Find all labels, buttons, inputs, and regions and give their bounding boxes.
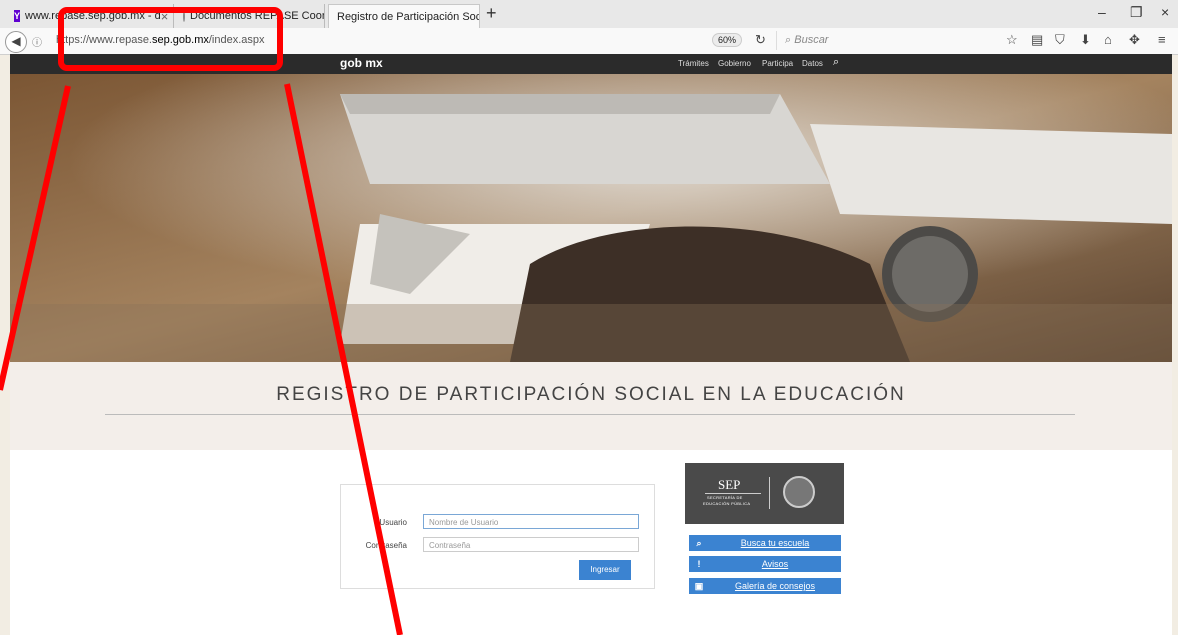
extension-icon[interactable]: ✥ xyxy=(1129,32,1140,48)
info-icon[interactable]: ⓘ xyxy=(32,34,42,49)
image-icon: ▣ xyxy=(694,581,704,591)
password-placeholder: Contraseña xyxy=(429,541,471,550)
sep-logo: SEP SECRETARÍA DE EDUCACIÓN PÚBLICA xyxy=(685,463,844,524)
url-domain: sep.gob.mx xyxy=(152,34,209,46)
yahoo-y-icon: Y xyxy=(14,10,21,22)
password-label: Contraseña xyxy=(365,541,407,550)
url-prefix: https://www.repase. xyxy=(56,34,152,46)
sep-logo-subtitle2: EDUCACIÓN PÚBLICA xyxy=(703,501,751,506)
search-icon[interactable]: ⌕ xyxy=(833,56,839,69)
hero-image xyxy=(10,74,1172,362)
restore-icon[interactable]: ❐ xyxy=(1130,4,1143,21)
page-title: REGISTRO DE PARTICIPACIÓN SOCIAL EN LA E… xyxy=(276,384,906,405)
gob-logo[interactable]: gob mx xyxy=(340,56,383,70)
close-icon[interactable]: × xyxy=(161,9,169,24)
web-page: gob mx Trámites Gobierno Participa Datos… xyxy=(10,54,1172,635)
login-form: Usuario Nombre de Usuario Contraseña Con… xyxy=(340,484,655,589)
reading-list-icon[interactable]: ▤ xyxy=(1031,32,1043,48)
user-label: Usuario xyxy=(379,518,407,527)
exclamation-icon: ! xyxy=(697,559,701,569)
nav-bar: ◀ ⓘ https://www.repase.sep.gob.mx/index.… xyxy=(0,28,1178,55)
drive-icon xyxy=(183,10,185,22)
title-band: REGISTRO DE PARTICIPACIÓN SOCIAL EN LA E… xyxy=(10,362,1172,450)
search-icon: ⌕ xyxy=(696,538,702,548)
browser-window: Y www.repase.sep.gob.mx - d × Documentos… xyxy=(0,0,1178,635)
tab-documentos[interactable]: Documentos REPASE Coor × xyxy=(175,4,325,28)
bookmark-star-icon[interactable]: ☆ xyxy=(1006,32,1018,48)
avisos-label: Avisos xyxy=(761,559,789,569)
avisos-link[interactable]: ! Avisos xyxy=(689,556,841,572)
nav-participa[interactable]: Participa xyxy=(762,59,793,68)
tab-label: www.repase.sep.gob.mx - d xyxy=(25,10,161,22)
zoom-indicator[interactable]: 60% xyxy=(712,33,743,47)
sep-logo-subtitle1: SECRETARÍA DE xyxy=(707,495,743,500)
nav-tramites[interactable]: Trámites xyxy=(678,59,709,68)
divider xyxy=(105,414,1075,415)
search-field[interactable]: ⌕ Buscar xyxy=(776,31,1000,50)
login-button[interactable]: Ingresar xyxy=(579,560,631,580)
search-placeholder: Buscar xyxy=(794,34,829,46)
menu-icon[interactable]: ≡ xyxy=(1158,32,1166,47)
password-input[interactable]: Contraseña xyxy=(423,537,639,552)
galeria-consejos-link[interactable]: ▣ Galería de consejos xyxy=(689,578,841,594)
nav-gobierno[interactable]: Gobierno xyxy=(718,59,751,68)
tab-label: Documentos REPASE Coor xyxy=(190,10,325,22)
sep-logo-divider xyxy=(769,477,770,509)
hero-photo xyxy=(10,74,1172,362)
pocket-icon[interactable]: ⛉ xyxy=(1055,32,1065,48)
minimize-icon[interactable]: – xyxy=(1098,4,1106,20)
reload-icon[interactable]: ↻ xyxy=(755,32,766,48)
username-placeholder: Nombre de Usuario xyxy=(429,518,499,527)
home-icon[interactable]: ⌂ xyxy=(1104,32,1112,47)
download-icon[interactable]: ⬇ xyxy=(1080,32,1091,48)
close-window-icon[interactable]: × xyxy=(1161,4,1169,20)
tab-repase[interactable]: Y www.repase.sep.gob.mx - d × xyxy=(6,4,174,28)
mexico-seal-icon xyxy=(783,476,815,508)
url-bar[interactable]: https://www.repase.sep.gob.mx/index.aspx xyxy=(56,34,265,46)
username-input[interactable]: Nombre de Usuario xyxy=(423,514,639,529)
sep-logo-rule xyxy=(705,493,761,494)
busca-escuela-link[interactable]: ⌕ Busca tu escuela xyxy=(689,535,841,551)
gob-header: gob mx Trámites Gobierno Participa Datos… xyxy=(10,54,1172,74)
tab-bar: Y www.repase.sep.gob.mx - d × Documentos… xyxy=(0,0,1178,28)
sep-logo-name: SEP xyxy=(718,477,741,492)
search-icon: ⌕ xyxy=(785,34,792,46)
galeria-consejos-label: Galería de consejos xyxy=(734,581,816,591)
url-path: /index.aspx xyxy=(208,34,265,46)
busca-escuela-label: Busca tu escuela xyxy=(740,538,810,548)
new-tab-button[interactable]: + xyxy=(486,3,497,24)
back-button[interactable]: ◀ xyxy=(5,31,27,53)
tab-registro[interactable]: Registro de Participación Social × xyxy=(328,4,480,28)
tab-label: Registro de Participación Social xyxy=(337,10,480,23)
nav-datos[interactable]: Datos xyxy=(802,59,823,68)
